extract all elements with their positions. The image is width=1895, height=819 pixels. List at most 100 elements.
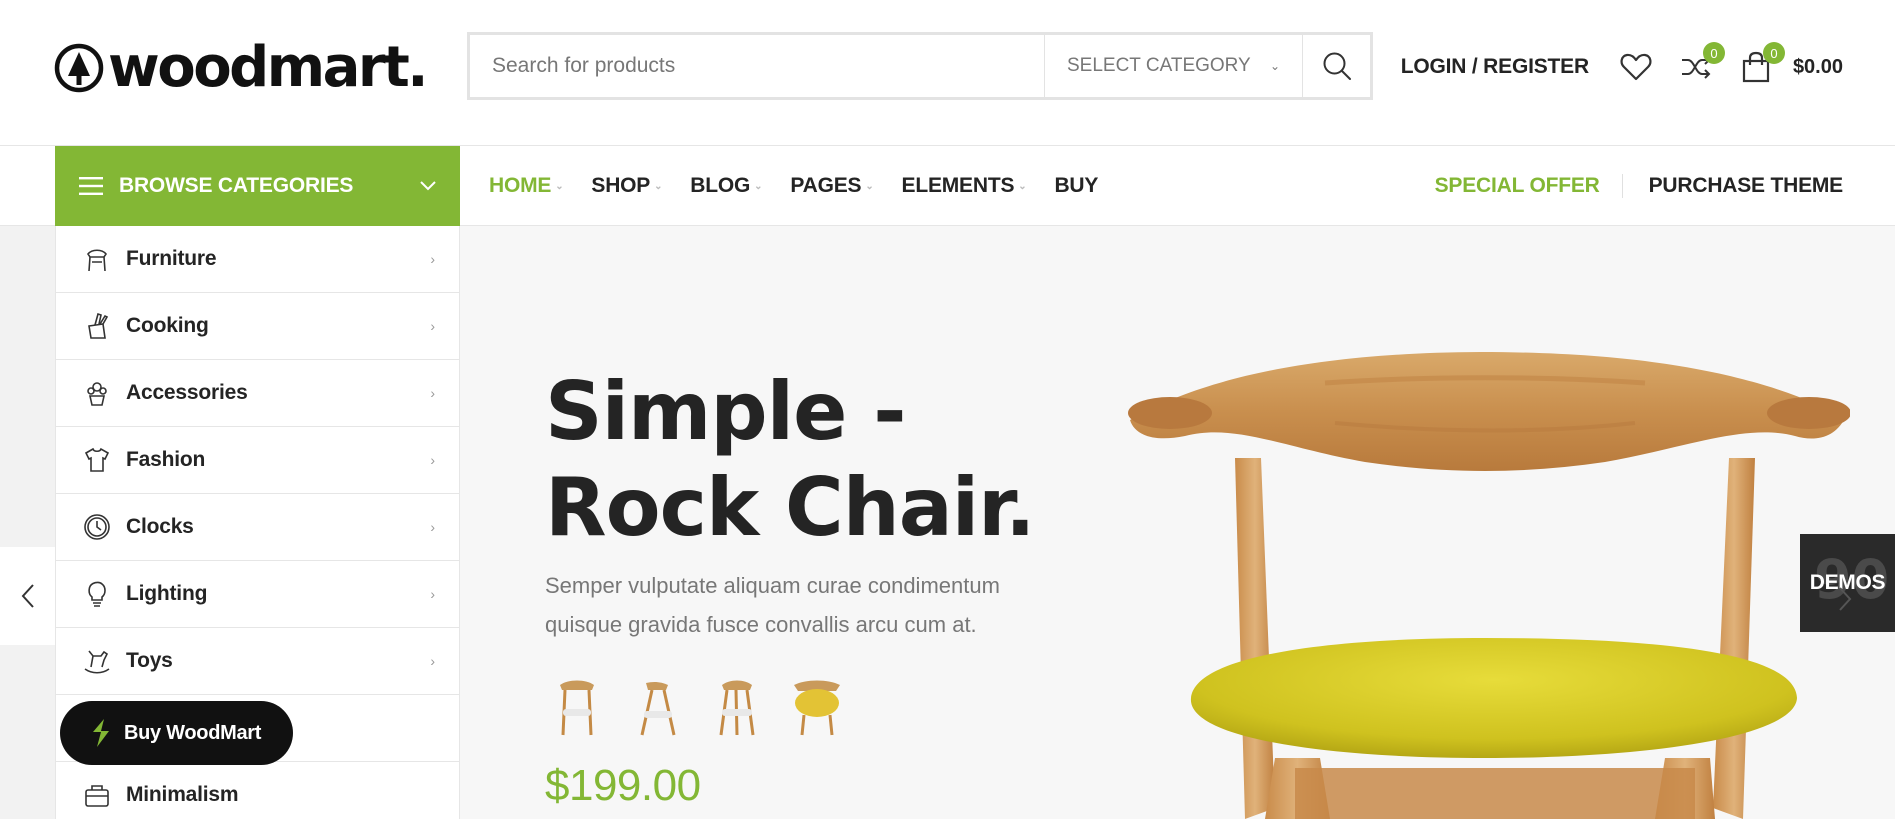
browse-categories-label: BROWSE CATEGORIES [119,174,354,197]
chevron-right-icon: › [430,452,435,468]
compare-count-badge: 0 [1702,42,1725,64]
nav-item-blog[interactable]: BLOG ⌄ [690,174,762,198]
rock-chair-image [1128,352,1850,819]
hero-description: Semper vulputate aliquam curae condiment… [545,566,1045,644]
login-register-link[interactable]: LOGIN / REGISTER [1401,55,1589,79]
search-bar: SELECT CATEGORY ⌄ [467,32,1373,100]
logo[interactable]: woodmart. [54,35,429,100]
search-button[interactable] [1302,35,1370,97]
chair-thumbnail-icon [560,680,594,736]
chair-thumbnail-icon [719,680,755,736]
buy-woodmart-button[interactable]: Buy WoodMart [60,701,293,765]
header: woodmart. SELECT CATEGORY ⌄ LOGIN / REGI… [0,0,1895,146]
category-select-label: SELECT CATEGORY [1067,55,1251,76]
chevron-right-icon: › [430,519,435,535]
chevron-down-icon: ⌄ [555,180,564,192]
category-item-cooking[interactable]: Cooking › [56,293,459,360]
category-label: Lighting [126,582,208,605]
cart-button[interactable]: 0 [1739,42,1785,84]
variant-thumbnail[interactable] [548,671,606,741]
hero-description-line-2: quisque gravida fusce convallis arcu cum… [545,612,977,637]
category-label: Toys [126,649,173,672]
chevron-down-icon: ⌄ [1269,59,1280,73]
nav-item-elements[interactable]: ELEMENTS ⌄ [902,174,1027,198]
buy-woodmart-label: Buy WoodMart [124,721,262,744]
left-gutter [0,226,55,819]
cart-count-badge: 0 [1762,42,1785,64]
nav-item-label: ELEMENTS [901,174,1015,197]
category-item-fashion[interactable]: Fashion › [56,427,459,494]
chair-thumbnail-icon [640,681,676,736]
chevron-left-icon [21,584,34,608]
category-label: Clocks [126,515,194,538]
woodmart-bolt-icon [93,719,109,747]
nav-item-label: BLOG [690,174,751,197]
category-item-lighting[interactable]: Lighting › [56,561,459,628]
hero-price: $199.00 [545,761,701,810]
nav-item-label: PAGES [790,174,862,197]
chevron-down-icon: ⌄ [754,180,763,192]
category-label: Cooking [126,314,209,337]
clock-icon [82,512,112,542]
category-item-clocks[interactable]: Clocks › [56,494,459,561]
category-label: Minimalism [126,783,239,806]
browse-categories-button[interactable]: BROWSE CATEGORIES [55,146,460,226]
category-item-minimalism[interactable]: Minimalism [56,762,459,819]
heart-icon [1620,53,1652,81]
special-offer-link[interactable]: SPECIAL OFFER [1435,174,1623,198]
category-item-furniture[interactable]: Furniture › [56,226,459,293]
hero-title: Simple - Rock Chair. [545,364,1105,556]
nav-right: SPECIAL OFFER PURCHASE THEME [1435,146,1843,226]
wishlist-button[interactable] [1619,50,1653,84]
nav-item-pages[interactable]: PAGES ⌄ [790,174,873,198]
category-item-accessories[interactable]: Accessories › [56,360,459,427]
nav-item-label: BUY [1054,174,1099,197]
menu: HOME ⌄ SHOP ⌄ BLOG ⌄ PAGES ⌄ ELEMENTS ⌄ BUY [489,146,1126,226]
chevron-down-icon: ⌄ [865,180,874,192]
chevron-right-icon: › [430,318,435,334]
search-icon [1323,52,1351,80]
hamburger-icon [79,177,103,195]
nav-item-home[interactable]: HOME ⌄ [489,174,564,198]
plant-pot-icon [82,378,112,408]
chevron-right-icon: › [430,653,435,669]
nav-item-label: HOME [489,174,552,197]
chair-icon [82,244,112,274]
chevron-right-icon [1839,587,1852,611]
category-label: Accessories [126,381,248,404]
chair-thumbnail-icon [794,680,840,736]
purchase-theme-link[interactable]: PURCHASE THEME [1623,174,1844,198]
hero-slider: Furniture › Cooking › Accessories › Fash… [0,226,1895,819]
nav-item-shop[interactable]: SHOP ⌄ [591,174,662,198]
thumbnail-seat [722,709,752,716]
chevron-right-icon: › [430,586,435,602]
slider-next-button[interactable] [1838,586,1852,617]
slider-prev-button[interactable] [0,547,55,645]
thumbnail-seat [563,709,591,716]
hero-title-line-2: Rock Chair. [545,461,1036,554]
category-select[interactable]: SELECT CATEGORY ⌄ [1044,35,1302,97]
nav-item-label: SHOP [591,174,651,197]
hero-title-line-1: Simple - [545,365,906,458]
category-label: Fashion [126,448,206,471]
chevron-down-icon: ⌄ [654,180,663,192]
search-input[interactable] [470,35,1044,97]
color-variants [548,671,868,741]
tree-logo-icon [54,43,104,93]
bag-icon [82,780,112,810]
variant-thumbnail[interactable] [708,671,766,741]
variant-thumbnail[interactable] [788,671,846,741]
main-navigation: BROWSE CATEGORIES HOME ⌄ SHOP ⌄ BLOG ⌄ PAGE… [0,146,1895,226]
chevron-right-icon: › [430,385,435,401]
thumbnail-seat [644,711,672,718]
thumbnail-seat [795,689,839,717]
variant-thumbnail[interactable] [628,671,686,741]
chevron-right-icon: › [430,251,435,267]
demos-button[interactable]: 90 DEMOS [1800,534,1895,632]
category-item-toys[interactable]: Toys › [56,628,459,695]
compare-button[interactable]: 0 [1679,42,1725,84]
logo-text: woodmart. [108,35,429,100]
cart-total[interactable]: $0.00 [1793,56,1843,79]
nav-item-buy[interactable]: BUY [1054,174,1098,198]
rocking-horse-icon [82,646,112,676]
